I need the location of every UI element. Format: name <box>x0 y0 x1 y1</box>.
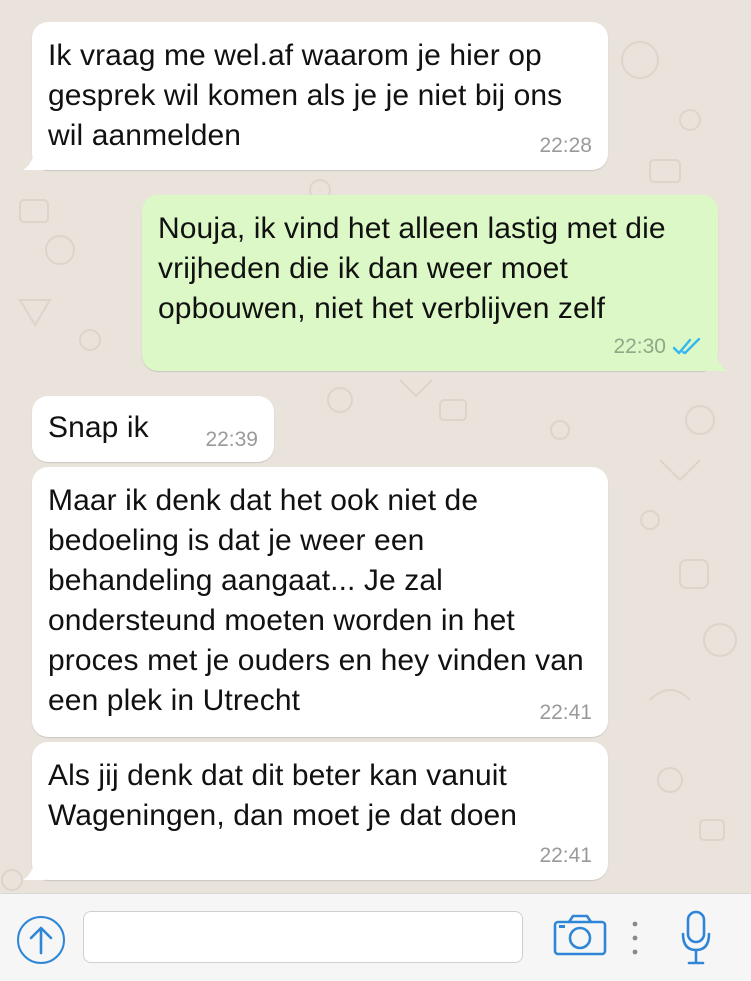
microphone-icon[interactable] <box>680 908 712 968</box>
message-time: 22:28 <box>539 134 592 157</box>
more-dots-icon[interactable] <box>631 918 639 958</box>
message-bubble-outgoing[interactable]: Nouja, ik vind het alleen lastig met die… <box>142 195 727 371</box>
message-meta: 22:30 <box>613 335 702 359</box>
double-check-read-icon <box>672 338 701 355</box>
share-button[interactable] <box>17 916 65 964</box>
message-bubble-incoming[interactable]: Als jij denk dat dit beter kan vanuit Wa… <box>23 742 608 880</box>
message-time: 22:39 <box>205 428 258 451</box>
message-text: Ik vraag me wel.af waarom je hier op ges… <box>48 39 563 152</box>
message-input-bar <box>0 893 751 981</box>
message-text: Nouja, ik vind het alleen lastig met die… <box>158 212 666 325</box>
message-bubble-incoming[interactable]: Snap ik 22:39 <box>32 396 274 462</box>
message-text: Als jij denk dat dit beter kan vanuit Wa… <box>48 759 518 832</box>
message-meta: 22:41 <box>539 701 592 725</box>
message-input[interactable] <box>83 911 523 963</box>
message-time: 22:30 <box>613 335 666 358</box>
bubble-tail <box>705 349 727 371</box>
camera-icon[interactable] <box>553 914 607 956</box>
message-text: Maar ik denk dat het ook niet de bedoeli… <box>48 484 584 717</box>
message-time: 22:41 <box>539 701 592 724</box>
message-bubble-incoming[interactable]: Maar ik denk dat het ook niet de bedoeli… <box>32 467 608 737</box>
message-meta: 22:41 <box>539 844 592 868</box>
message-time: 22:41 <box>539 844 592 867</box>
message-bubble-incoming[interactable]: Ik vraag me wel.af waarom je hier op ges… <box>23 22 608 170</box>
upload-arrow-icon <box>29 926 53 955</box>
bubble-tail <box>23 858 45 880</box>
bubble-tail <box>23 148 45 170</box>
message-meta: 22:39 <box>205 428 258 452</box>
message-meta: 22:28 <box>539 134 592 158</box>
